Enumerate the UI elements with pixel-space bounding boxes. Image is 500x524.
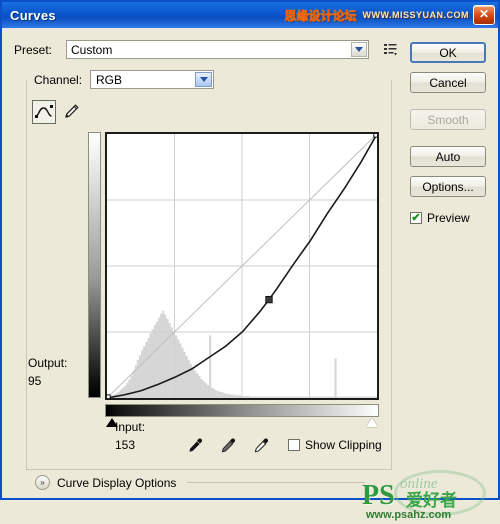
black-point-eyedropper[interactable] (183, 434, 207, 458)
preset-list-icon[interactable] (382, 41, 400, 58)
curve-display-options[interactable]: » Curve Display Options (35, 475, 365, 490)
window-title: Curves (10, 7, 56, 23)
watermark-chinese-text: 爱好者 (406, 491, 457, 510)
white-point-eyedropper[interactable] (249, 434, 273, 458)
white-point-slider[interactable] (366, 418, 378, 427)
output-label: Output: (28, 356, 68, 370)
pencil-glyph (65, 104, 79, 118)
channel-value: RGB (96, 73, 123, 87)
chevron-down-icon[interactable] (195, 72, 212, 87)
smooth-button: Smooth (410, 109, 486, 130)
dialog-body: Preset: Custom Channel: RGB Output: 95 I… (2, 28, 498, 521)
eyedropper-icon (254, 438, 269, 453)
show-clipping-checkbox[interactable]: Show Clipping (288, 438, 382, 452)
divider (187, 482, 365, 483)
preview-label: Preview (427, 211, 470, 225)
channel-row: Channel: RGB (34, 70, 234, 90)
watermark-ghost-text: online (400, 476, 438, 492)
watermark-url-text: WWW.MISSYUAN.COM (362, 10, 469, 20)
cancel-button[interactable]: Cancel (410, 72, 486, 93)
options-button[interactable]: Options... (410, 176, 486, 197)
preview-checkbox[interactable]: ✔ Preview (410, 211, 470, 225)
curve-edit-icon[interactable] (32, 100, 56, 124)
caret-shape (355, 47, 363, 52)
input-gradient-bar (105, 404, 379, 417)
top-watermark: 思缘设计论坛 WWW.MISSYUAN.COM (284, 7, 469, 24)
title-bar: Curves 思缘设计论坛 WWW.MISSYUAN.COM ✕ (2, 2, 498, 28)
watermark-ring (394, 470, 486, 516)
check-icon: ✔ (411, 212, 421, 224)
preset-row: Preset: Custom (14, 40, 397, 60)
input-readout: Input: 153 (115, 420, 145, 452)
preset-label: Preset: (14, 43, 53, 57)
auto-button[interactable]: Auto (410, 146, 486, 167)
pencil-icon[interactable] (60, 101, 82, 123)
curve-tools (32, 100, 82, 126)
eyedropper-icon (221, 438, 236, 453)
ok-button[interactable]: OK (410, 42, 486, 63)
curve-display-options-label: Curve Display Options (57, 475, 177, 490)
close-icon[interactable]: ✕ (473, 5, 495, 25)
eyedropper-group (183, 434, 273, 458)
preset-value: Custom (71, 43, 113, 57)
caret-shape (199, 77, 208, 82)
curve-plot-area[interactable] (105, 132, 379, 400)
preset-list-glyph (384, 44, 397, 56)
checkbox-box[interactable]: ✔ (410, 212, 422, 224)
input-value: 153 (115, 438, 136, 452)
channel-dropdown[interactable]: RGB (90, 70, 214, 89)
input-label: Input: (115, 420, 146, 434)
curve-edit-glyph (35, 105, 53, 118)
output-value: 95 (28, 374, 42, 388)
curve-plot-svg[interactable] (107, 134, 377, 398)
eyedropper-icon (189, 438, 203, 452)
checkbox-box[interactable] (288, 439, 300, 451)
watermark-chinese-text: 思缘设计论坛 (284, 8, 357, 23)
footer-watermark: online PS 爱好者 www.psahz.com (354, 468, 494, 524)
watermark-ps-text: PS (362, 480, 395, 511)
preset-dropdown[interactable]: Custom (66, 40, 369, 59)
show-clipping-label: Show Clipping (305, 438, 382, 452)
channel-label: Channel: (34, 73, 83, 87)
output-gradient-bar (88, 132, 101, 398)
output-readout: Output: 95 (28, 356, 67, 388)
curve-graph[interactable] (88, 130, 380, 427)
gray-point-eyedropper[interactable] (216, 434, 240, 458)
chevron-down-icon[interactable] (351, 42, 367, 57)
chevron-down-icon[interactable]: » (35, 475, 50, 490)
watermark-site-text: www.psahz.com (366, 509, 452, 521)
curves-dialog: Curves 思缘设计论坛 WWW.MISSYUAN.COM ✕ Preset:… (0, 0, 500, 521)
